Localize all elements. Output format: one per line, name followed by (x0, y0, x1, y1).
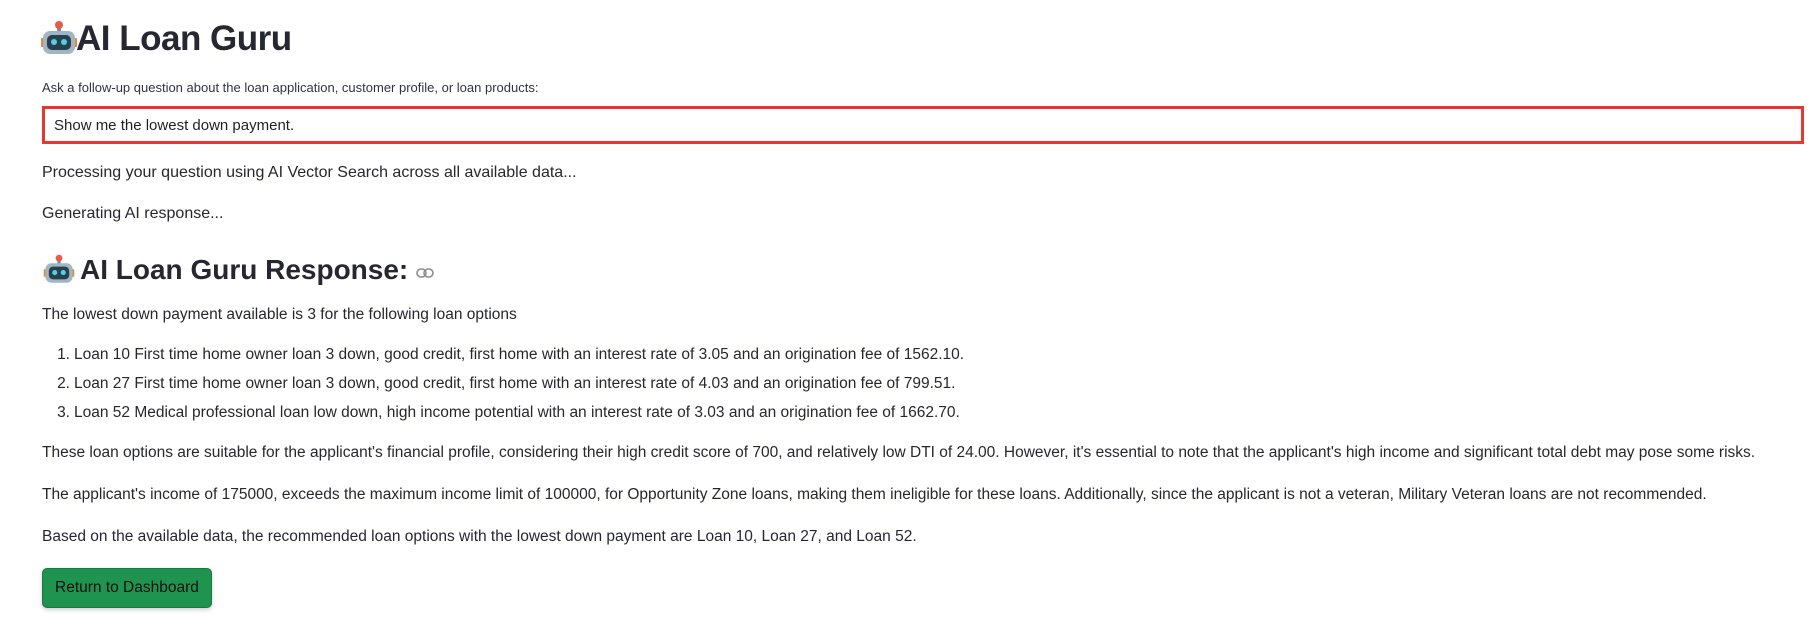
response-paragraph: These loan options are suitable for the … (42, 444, 1756, 461)
robot-icon (43, 254, 75, 283)
question-input[interactable] (42, 106, 1804, 144)
return-to-dashboard-button[interactable]: Return to Dashboard (42, 568, 212, 608)
question-label: Ask a follow-up question about the loan … (42, 80, 539, 95)
list-item: 2. Loan 27 First time home owner loan 3 d… (42, 374, 964, 403)
list-item-text: Loan 27 First time home owner loan 3 dow… (74, 375, 956, 392)
list-item-number: 2. (57, 375, 70, 392)
list-item: 1. Loan 10 First time home owner loan 3 d… (42, 345, 964, 374)
list-item-number: 1. (57, 346, 70, 363)
response-heading-row: AI Loan Guru Response: (42, 250, 435, 290)
processing-status: Processing your question using AI Vector… (42, 164, 577, 181)
loan-options-list: 1. Loan 10 First time home owner loan 3 d… (42, 345, 964, 432)
response-paragraph: The applicant's income of 175000, exceed… (42, 486, 1707, 503)
list-item-text: Loan 52 Medical professional loan low do… (74, 404, 960, 421)
page: AI Loan Guru Ask a follow-up question ab… (0, 0, 1814, 622)
generating-status: Generating AI response... (42, 205, 224, 222)
list-item-text: Loan 10 First time home owner loan 3 dow… (74, 346, 965, 363)
response-intro: The lowest down payment available is 3 f… (42, 306, 517, 323)
list-item-number: 3. (57, 404, 70, 421)
list-item: 3. Loan 52 Medical professional loan low … (42, 403, 964, 432)
response-heading: AI Loan Guru Response: (80, 254, 409, 285)
response-paragraph: Based on the available data, the recomme… (42, 528, 917, 545)
page-title: AI Loan Guru (76, 19, 292, 58)
robot-icon (41, 21, 77, 54)
link-icon[interactable] (416, 267, 435, 279)
title-row: AI Loan Guru (41, 14, 292, 64)
